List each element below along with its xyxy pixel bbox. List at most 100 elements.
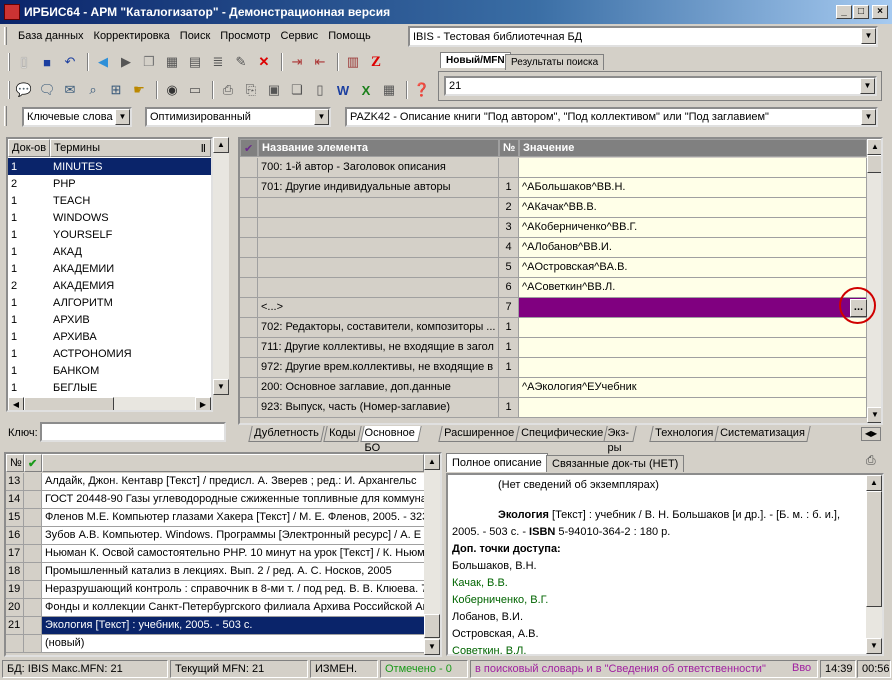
grid-row-marker[interactable] bbox=[240, 258, 258, 278]
term-row[interactable]: 1 АРХИВ bbox=[8, 311, 211, 328]
grid-cell-value[interactable] bbox=[519, 158, 867, 178]
scroll-up-icon[interactable]: ▲ bbox=[867, 139, 881, 155]
grid-row-marker[interactable] bbox=[240, 298, 258, 318]
grid-cell-name[interactable]: 702: Редакторы, составители, композиторы… bbox=[258, 318, 499, 338]
grid-cell-num[interactable]: 1 bbox=[499, 178, 519, 198]
grid-cell-value[interactable]: ^AКоберниченко^BВ.Г. bbox=[519, 218, 867, 238]
database-select[interactable]: IBIS - Тестовая библиотечная БД ▼ bbox=[408, 26, 878, 47]
person-link[interactable]: Большаков, В.Н. bbox=[452, 558, 862, 575]
chevron-down-icon[interactable]: ▼ bbox=[314, 109, 329, 125]
terms-vscrollbar[interactable]: ▲ ▼ bbox=[213, 137, 229, 395]
mail-icon[interactable]: ✉ bbox=[60, 80, 80, 100]
record-row[interactable]: 18 Промышленный катализ в лекциях. Вып. 2… bbox=[6, 563, 424, 581]
grid-cell-value[interactable]: ^AЭкология^EУчебник bbox=[519, 378, 867, 398]
menu-view[interactable]: Просмотр bbox=[215, 30, 275, 42]
tab-linked-docs[interactable]: Связанные док-ты (НЕТ) bbox=[546, 455, 685, 472]
undo-icon[interactable]: ↶ bbox=[60, 52, 80, 72]
term-row[interactable]: 1 WINDOWS bbox=[8, 209, 211, 226]
scroll-down-icon[interactable]: ▼ bbox=[213, 379, 229, 395]
grid-row-marker[interactable] bbox=[240, 358, 258, 378]
terms-list[interactable]: Док-ов Термины Ⅱ 1 MINUTES 2 PHP 1 TEACH 1 WIND… bbox=[6, 137, 213, 412]
maximize-button[interactable]: □ bbox=[853, 5, 869, 19]
grid-cell-num[interactable]: 1 bbox=[499, 358, 519, 378]
record-row[interactable]: 19 Неразрушающий контроль : справочник в … bbox=[6, 581, 424, 599]
scroll-up-icon[interactable]: ▲ bbox=[213, 137, 229, 153]
person-link[interactable]: Островская, А.В. bbox=[452, 626, 862, 643]
pin-icon[interactable]: Ⅱ bbox=[201, 142, 206, 155]
grid-name-header[interactable]: Название элемента bbox=[258, 139, 499, 157]
bottom-tab[interactable]: Систематизация bbox=[714, 426, 811, 442]
search-record-icon[interactable]: ⌕ bbox=[83, 80, 103, 100]
grid-cell-num[interactable]: 1 bbox=[499, 338, 519, 358]
bottom-tab[interactable]: Основное БО bbox=[360, 426, 423, 454]
term-row[interactable]: 1 АКАД bbox=[8, 243, 211, 260]
term-row[interactable]: 1 АРХИВА bbox=[8, 328, 211, 345]
person-link[interactable]: Коберниченко, В.Г. bbox=[452, 592, 862, 609]
record-check[interactable] bbox=[24, 581, 42, 599]
term-row[interactable]: 1 АЛГОРИТМ bbox=[8, 294, 211, 311]
chevron-down-icon[interactable]: ▼ bbox=[115, 109, 130, 125]
tree-icon[interactable]: ⊞ bbox=[106, 80, 126, 100]
save-icon[interactable]: ■ bbox=[37, 52, 57, 72]
term-row[interactable]: 1 TEACH bbox=[8, 192, 211, 209]
grid-cell-num[interactable]: 1 bbox=[499, 318, 519, 338]
term-row[interactable]: 1 БАНКОМ bbox=[8, 362, 211, 379]
duplicate-icon[interactable]: ❏ bbox=[287, 80, 307, 100]
grid-row-marker[interactable] bbox=[240, 198, 258, 218]
grid-cell-name[interactable] bbox=[258, 218, 499, 238]
chevron-down-icon[interactable]: ▼ bbox=[861, 109, 876, 125]
key-input[interactable] bbox=[40, 422, 226, 442]
tabs-scroll-icon[interactable]: ◀▶ bbox=[861, 427, 881, 441]
menu-help[interactable]: Помощь bbox=[323, 30, 376, 42]
printer-icon[interactable]: ⎙ bbox=[866, 453, 882, 469]
grid-row-marker[interactable] bbox=[240, 238, 258, 258]
records-vscrollbar[interactable]: ▲ ▼ bbox=[424, 454, 440, 655]
records-list[interactable]: № ✔ 13 Алдайк, Джон. Кентавр [Текст] / пр… bbox=[4, 452, 442, 657]
records-num-header[interactable]: № bbox=[6, 454, 24, 472]
word-icon[interactable]: W bbox=[333, 80, 353, 100]
record-check[interactable] bbox=[24, 473, 42, 491]
grid-value-header[interactable]: Значение bbox=[519, 139, 867, 157]
search-mode-select[interactable]: Оптимизированный ▼ bbox=[145, 107, 331, 127]
view-icon[interactable]: ◉ bbox=[162, 80, 182, 100]
edit-icon[interactable]: ✎ bbox=[231, 52, 251, 72]
back-icon[interactable]: ◀ bbox=[93, 52, 113, 72]
record-check[interactable] bbox=[24, 563, 42, 581]
grid-cell-name[interactable]: 972: Другие врем.коллективы, не входящие… bbox=[258, 358, 499, 378]
document-icon[interactable]: ▯ bbox=[310, 80, 330, 100]
grid-row-marker[interactable] bbox=[240, 378, 258, 398]
grid-row-marker[interactable] bbox=[240, 278, 258, 298]
tab-new-mfn[interactable]: Новый/MFN bbox=[440, 52, 511, 68]
excel-icon[interactable]: X bbox=[356, 80, 376, 100]
scroll-down-icon[interactable]: ▼ bbox=[867, 407, 881, 423]
report-icon[interactable]: ▦ bbox=[379, 80, 399, 100]
grid-cell-value[interactable]: ^AОстровская^BА.В. bbox=[519, 258, 867, 278]
grid-row-marker[interactable] bbox=[240, 178, 258, 198]
grid-cell-name[interactable] bbox=[258, 278, 499, 298]
scroll-up-icon[interactable]: ▲ bbox=[424, 454, 440, 470]
term-row[interactable]: 1 MINUTES bbox=[8, 158, 211, 175]
grid-cell-num[interactable]: 4 bbox=[499, 238, 519, 258]
menu-database[interactable]: База данных bbox=[13, 30, 89, 42]
bottom-tab[interactable]: Технология bbox=[649, 426, 719, 442]
grid-scroll-thumb[interactable] bbox=[867, 155, 881, 173]
grid-row-marker[interactable] bbox=[240, 318, 258, 338]
terms-term-header[interactable]: Термины Ⅱ bbox=[50, 139, 211, 157]
record-row[interactable]: 13 Алдайк, Джон. Кентавр [Текст] / предис… bbox=[6, 473, 424, 491]
chevron-down-icon[interactable]: ▼ bbox=[860, 78, 875, 94]
terms-hscrollbar[interactable]: ◀ ▶ bbox=[8, 397, 211, 410]
terms-count-header[interactable]: Док-ов bbox=[8, 139, 50, 157]
description-vscrollbar[interactable]: ▲ ▼ bbox=[866, 475, 882, 654]
scroll-up-icon[interactable]: ▲ bbox=[866, 475, 882, 491]
bottom-tab[interactable]: Специфические bbox=[515, 426, 609, 442]
hand-icon[interactable]: ☛ bbox=[129, 80, 149, 100]
grid-cell-num[interactable]: 2 bbox=[499, 198, 519, 218]
record-check[interactable] bbox=[24, 545, 42, 563]
grid-cell-value[interactable] bbox=[519, 318, 867, 338]
tab-full-description[interactable]: Полное описание bbox=[446, 453, 548, 472]
format-icon[interactable]: ▤ bbox=[185, 52, 205, 72]
grid-cell-value[interactable]: ^AБольшаков^BВ.Н. bbox=[519, 178, 867, 198]
comment-icon[interactable]: 💬 bbox=[14, 80, 34, 100]
grid-row-marker[interactable] bbox=[240, 398, 258, 418]
term-row[interactable]: 1 YOURSELF bbox=[8, 226, 211, 243]
